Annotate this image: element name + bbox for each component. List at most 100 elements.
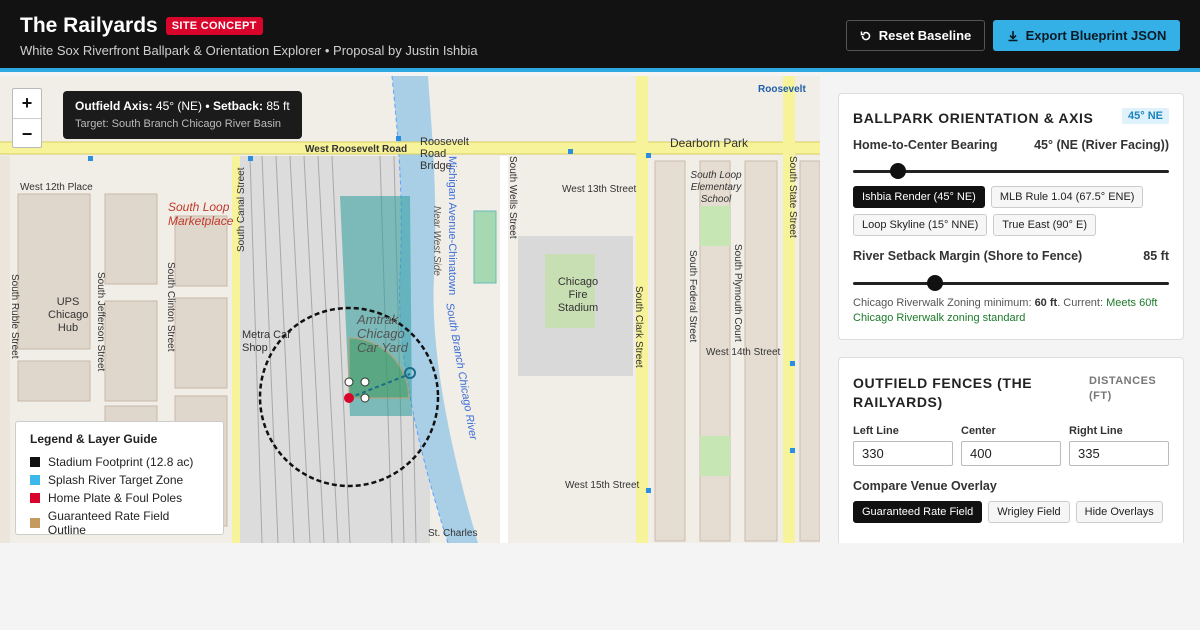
top-bar: The Railyards SITE CONCEPT White Sox Riv… xyxy=(0,0,1200,72)
fences-panel: OUTFIELD FENCES (THE RAILYARDS) DISTANCE… xyxy=(838,357,1184,557)
orientation-badge: 45° NE xyxy=(1122,108,1169,124)
fences-units: DISTANCES (FT) xyxy=(1089,375,1157,402)
map-label-metra-car-shop: Metra Car Shop xyxy=(242,329,291,354)
legend-item: Guaranteed Rate Field Outline xyxy=(30,509,209,537)
legend-label: Stadium Footprint (12.8 ac) xyxy=(48,455,194,469)
tooltip-separator: • xyxy=(205,99,210,113)
preset-loop-skyline[interactable]: Loop Skyline (15° NNE) xyxy=(853,214,988,236)
map-label-canal-street: South Canal Street xyxy=(236,167,247,253)
legend-swatch xyxy=(30,518,40,528)
map-label-near-west-side: Near West Side xyxy=(431,206,442,276)
bearing-slider[interactable] xyxy=(853,163,1169,179)
overlay-options: Guaranteed Rate Field Wrigley Field Hide… xyxy=(853,501,1173,523)
compare-label: Compare Venue Overlay xyxy=(853,479,997,493)
right-line-field: Right Line 335 xyxy=(1069,425,1169,466)
bearing-value: 45° (NE (River Facing)) xyxy=(1034,138,1169,152)
zoning-note: Chicago Riverwalk Zoning minimum: 60 ft.… xyxy=(853,296,1169,326)
fence-fields: Left Line 330 Center 400 Right Line 335 xyxy=(853,425,1169,466)
map-label-state-street: South State Street xyxy=(787,156,798,238)
fences-title: OUTFIELD FENCES (THE RAILYARDS) xyxy=(853,375,1033,410)
download-icon xyxy=(1008,30,1018,41)
zoning-minimum: 60 ft xyxy=(1034,297,1058,309)
reset-baseline-button[interactable]: Reset Baseline xyxy=(846,20,985,51)
left-line-input[interactable]: 330 xyxy=(853,441,953,466)
left-line-label: Left Line xyxy=(853,425,899,437)
setback-row: River Setback Margin (Shore to Fence) 85… xyxy=(853,249,1169,263)
legend-title: Legend & Layer Guide xyxy=(30,432,158,446)
map-view[interactable]: West Roosevelt Road Roosevelt Road Bridg… xyxy=(0,76,820,543)
map-label-clark-street: South Clark Street xyxy=(633,286,644,368)
overlay-wrigley[interactable]: Wrigley Field xyxy=(988,501,1070,523)
map-label-michigan-chinatown: Michigan Avenue-Chinatown xyxy=(446,156,458,296)
legend-label: Splash River Target Zone xyxy=(48,473,184,487)
legend-swatch xyxy=(30,457,40,467)
map-label-roosevelt-road: West Roosevelt Road xyxy=(305,144,408,155)
map-label-wells-street: South Wells Street xyxy=(507,156,518,239)
zoom-in-button[interactable]: + xyxy=(13,89,41,119)
tooltip-setback-value: 85 ft xyxy=(266,99,290,113)
map-label-amtrak-yard: Amtrak Chicago Car Yard xyxy=(357,312,408,355)
map-label-w14: West 14th Street xyxy=(706,347,781,358)
tooltip-target: Target: South Branch Chicago River Basin xyxy=(75,118,282,130)
bearing-row: Home-to-Center Bearing 45° (NE (River Fa… xyxy=(853,138,1169,152)
site-concept-badge: SITE CONCEPT xyxy=(165,17,263,35)
overlay-hide[interactable]: Hide Overlays xyxy=(1075,501,1163,523)
legend-swatch xyxy=(30,493,40,503)
setback-slider-thumb[interactable] xyxy=(927,275,944,291)
zoom-control: + − xyxy=(12,88,42,148)
bearing-slider-thumb[interactable] xyxy=(890,163,907,179)
reset-baseline-label: Reset Baseline xyxy=(878,28,972,43)
orientation-title: BALLPARK ORIENTATION & AXIS xyxy=(853,110,1094,126)
map-label-fire-stadium: Chicago Fire Stadium xyxy=(557,276,599,314)
export-blueprint-label: Export Blueprint JSON xyxy=(1025,28,1167,43)
map-label-south-loop-marketplace: South Loop Marketplace xyxy=(168,200,234,228)
bearing-label: Home-to-Center Bearing xyxy=(853,138,998,152)
legend-swatch xyxy=(30,475,40,485)
reset-icon xyxy=(860,31,870,40)
zoom-out-button[interactable]: − xyxy=(13,119,41,149)
legend-label: Home Plate & Foul Poles xyxy=(48,491,183,505)
right-line-label: Right Line xyxy=(1069,425,1123,437)
tooltip-axis-label: Outfield Axis: xyxy=(75,99,153,113)
map-label-jefferson-street: South Jefferson Street xyxy=(95,272,106,372)
compare-row: Compare Venue Overlay xyxy=(853,479,1169,493)
center-input[interactable]: 400 xyxy=(961,441,1061,466)
map-label-ruble-street: South Ruble Street xyxy=(9,274,20,359)
legend-item: Stadium Footprint (12.8 ac) xyxy=(30,455,209,469)
setback-value: 85 ft xyxy=(1143,249,1169,263)
setback-slider[interactable] xyxy=(853,275,1169,291)
legend-item: Home Plate & Foul Poles xyxy=(30,491,209,505)
map-label-ups-hub: UPS Chicago Hub xyxy=(48,296,89,334)
map-label-federal-street: South Federal Street xyxy=(687,250,698,343)
overlay-guaranteed-rate[interactable]: Guaranteed Rate Field xyxy=(853,501,983,523)
map-legend: Legend & Layer Guide Stadium Footprint (… xyxy=(15,421,224,537)
preset-mlb-rule[interactable]: MLB Rule 1.04 (67.5° ENE) xyxy=(990,186,1144,208)
center-label: Center xyxy=(961,425,996,437)
app-subtitle: White Sox Riverfront Ballpark & Orientat… xyxy=(20,43,478,58)
legend-label: Guaranteed Rate Field Outline xyxy=(47,509,170,537)
preset-ishbia[interactable]: Ishbia Render (45° NE) xyxy=(853,186,985,208)
export-blueprint-button[interactable]: Export Blueprint JSON xyxy=(993,20,1180,51)
left-line-field: Left Line 330 xyxy=(853,425,953,466)
map-label-dearborn-park: Dearborn Park xyxy=(670,136,749,150)
map-label-plymouth-court: South Plymouth Court xyxy=(732,244,743,342)
zoning-note-prefix: Chicago Riverwalk Zoning minimum: xyxy=(853,297,1035,309)
map-label-st-charles: St. Charles xyxy=(428,528,478,539)
map-label-south-loop-school: South Loop Elementary School xyxy=(690,170,742,205)
tooltip-axis-value: 45° (NE) xyxy=(155,99,203,113)
tooltip-setback-label: Setback: xyxy=(212,99,263,113)
app-title: The Railyards xyxy=(20,14,158,37)
center-field: Center 400 xyxy=(961,425,1061,466)
orientation-panel: BALLPARK ORIENTATION & AXIS 45° NE Home-… xyxy=(838,93,1184,340)
legend-item: Splash River Target Zone xyxy=(30,473,209,487)
map-label-w12: West 12th Place xyxy=(20,182,93,193)
zoning-note-mid: . Current: xyxy=(1057,297,1107,309)
map-label-clinton-street: South Clinton Street xyxy=(165,262,176,352)
brand: The Railyards SITE CONCEPT xyxy=(20,14,263,38)
right-line-input[interactable]: 335 xyxy=(1069,441,1169,466)
map-label-roosevelt-station: Roosevelt xyxy=(758,84,806,95)
preset-true-east[interactable]: True East (90° E) xyxy=(993,214,1096,236)
map-label-w13: West 13th Street xyxy=(562,184,637,195)
axis-tooltip: Outfield Axis: 45° (NE) • Setback: 85 ft… xyxy=(63,91,302,139)
page-footer-area xyxy=(0,543,1200,630)
